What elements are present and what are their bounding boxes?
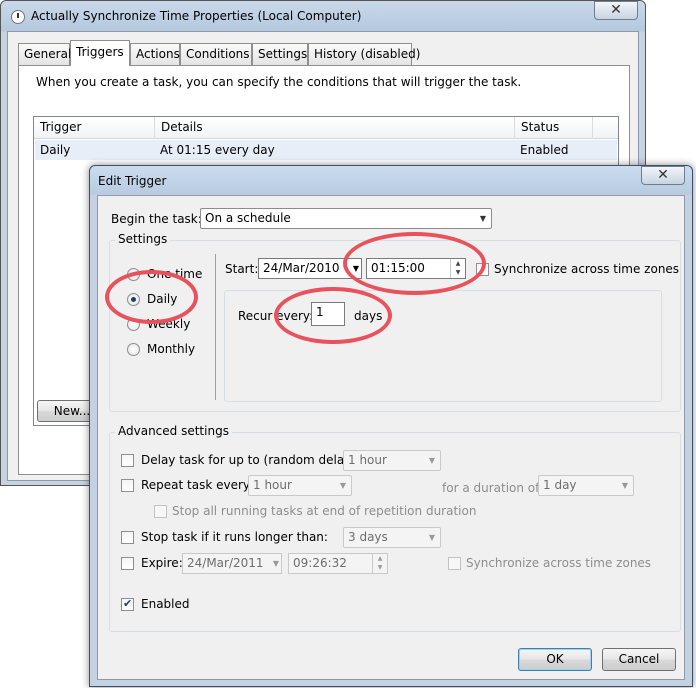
stop-if-longer-label[interactable]: Stop task if it runs longer than: xyxy=(141,529,328,545)
column-trigger[interactable]: Trigger xyxy=(34,117,155,139)
trigger-list-header: Trigger Details Status xyxy=(34,117,618,139)
cell-details: At 01:15 every day xyxy=(160,143,275,157)
delay-value: 1 hour xyxy=(348,453,387,467)
begin-task-select[interactable]: On a schedule ▼ xyxy=(200,208,492,229)
begin-task-value: On a schedule xyxy=(205,211,291,225)
tab-settings[interactable]: Settings xyxy=(252,43,308,65)
duration-label: for a duration of: xyxy=(442,481,543,495)
spin-down-icon[interactable]: ▼ xyxy=(373,563,387,572)
start-label: Start: xyxy=(225,262,259,276)
chevron-down-icon[interactable]: ▼ xyxy=(273,554,279,573)
expire-checkbox[interactable] xyxy=(121,557,134,570)
settings-divider xyxy=(215,254,216,400)
chevron-down-icon: ▼ xyxy=(428,456,436,465)
repeat-select[interactable]: 1 hour ▼ xyxy=(248,475,352,496)
delay-task-label[interactable]: Delay task for up to (random delay): xyxy=(141,452,360,468)
expire-sync-label[interactable]: Synchronize across time zones xyxy=(466,555,651,571)
stop-all-label[interactable]: Stop all running tasks at end of repetit… xyxy=(172,503,476,519)
chevron-down-icon: ▼ xyxy=(428,533,436,542)
dialog-close-button[interactable]: ✕ xyxy=(641,166,685,185)
cell-trigger: Daily xyxy=(40,143,71,157)
chevron-down-icon: ▼ xyxy=(621,481,629,490)
chevron-down-icon: ▼ xyxy=(479,214,487,223)
expire-time-input[interactable]: 09:26:32 ▲ ▼ xyxy=(288,553,388,574)
column-details[interactable]: Details xyxy=(155,117,515,139)
ok-button[interactable]: OK xyxy=(518,648,592,671)
tab-general[interactable]: General xyxy=(18,43,71,65)
stop-if-longer-select[interactable]: 3 days ▼ xyxy=(343,527,441,548)
annotation-circle-recur xyxy=(274,287,392,344)
repeat-task-checkbox[interactable] xyxy=(121,479,134,492)
sync-time-zones-label[interactable]: Synchronize across time zones xyxy=(494,261,679,277)
repeat-value: 1 hour xyxy=(253,478,292,492)
expire-sync-checkbox[interactable] xyxy=(448,557,461,570)
cancel-button[interactable]: Cancel xyxy=(602,648,676,671)
expire-date-picker[interactable]: 24/Mar/2011 ▼ xyxy=(182,553,282,574)
duration-value: 1 day xyxy=(543,478,577,492)
enabled-label[interactable]: Enabled xyxy=(141,596,190,612)
chevron-down-icon: ▼ xyxy=(339,481,347,490)
close-button[interactable]: ✕ xyxy=(594,1,638,20)
stop-if-longer-checkbox[interactable] xyxy=(121,531,134,544)
tab-triggers[interactable]: Triggers xyxy=(70,40,130,66)
radio-monthly-label[interactable]: Monthly xyxy=(147,341,195,357)
column-status[interactable]: Status xyxy=(515,117,593,139)
cell-status: Enabled xyxy=(520,143,569,157)
tab-conditions[interactable]: Conditions xyxy=(180,43,252,65)
table-row[interactable]: Daily At 01:15 every day Enabled xyxy=(35,140,617,160)
advanced-settings-title: Advanced settings xyxy=(115,424,232,438)
expire-time-spinner[interactable]: ▲ ▼ xyxy=(372,554,387,573)
settings-group-title: Settings xyxy=(115,232,171,246)
triggers-description: When you create a task, you can specify … xyxy=(36,75,522,89)
tab-actions[interactable]: Actions xyxy=(130,43,180,65)
delay-task-checkbox[interactable] xyxy=(121,454,134,467)
annotation-circle-daily xyxy=(105,270,198,324)
expire-date-value: 24/Mar/2011 xyxy=(187,556,264,570)
enabled-checkbox[interactable] xyxy=(121,597,134,611)
tab-history[interactable]: History (disabled) xyxy=(308,43,420,65)
annotation-circle-start-time xyxy=(343,232,486,295)
stop-if-longer-value: 3 days xyxy=(348,530,388,544)
expire-label[interactable]: Expire: xyxy=(141,555,183,571)
clock-icon xyxy=(11,10,25,24)
stop-all-checkbox[interactable] xyxy=(154,505,167,518)
start-date-value: 24/Mar/2010 xyxy=(263,261,340,275)
repeat-task-label[interactable]: Repeat task every: xyxy=(141,477,253,493)
delay-select[interactable]: 1 hour ▼ xyxy=(343,450,441,471)
begin-task-label: Begin the task: xyxy=(111,212,202,226)
radio-monthly[interactable] xyxy=(127,343,140,356)
duration-select[interactable]: 1 day ▼ xyxy=(538,475,634,496)
dialog-title: Edit Trigger xyxy=(98,174,167,188)
expire-time-value: 09:26:32 xyxy=(293,556,347,570)
window-title: Actually Synchronize Time Properties (Lo… xyxy=(31,9,362,23)
spin-up-icon[interactable]: ▲ xyxy=(373,554,387,563)
